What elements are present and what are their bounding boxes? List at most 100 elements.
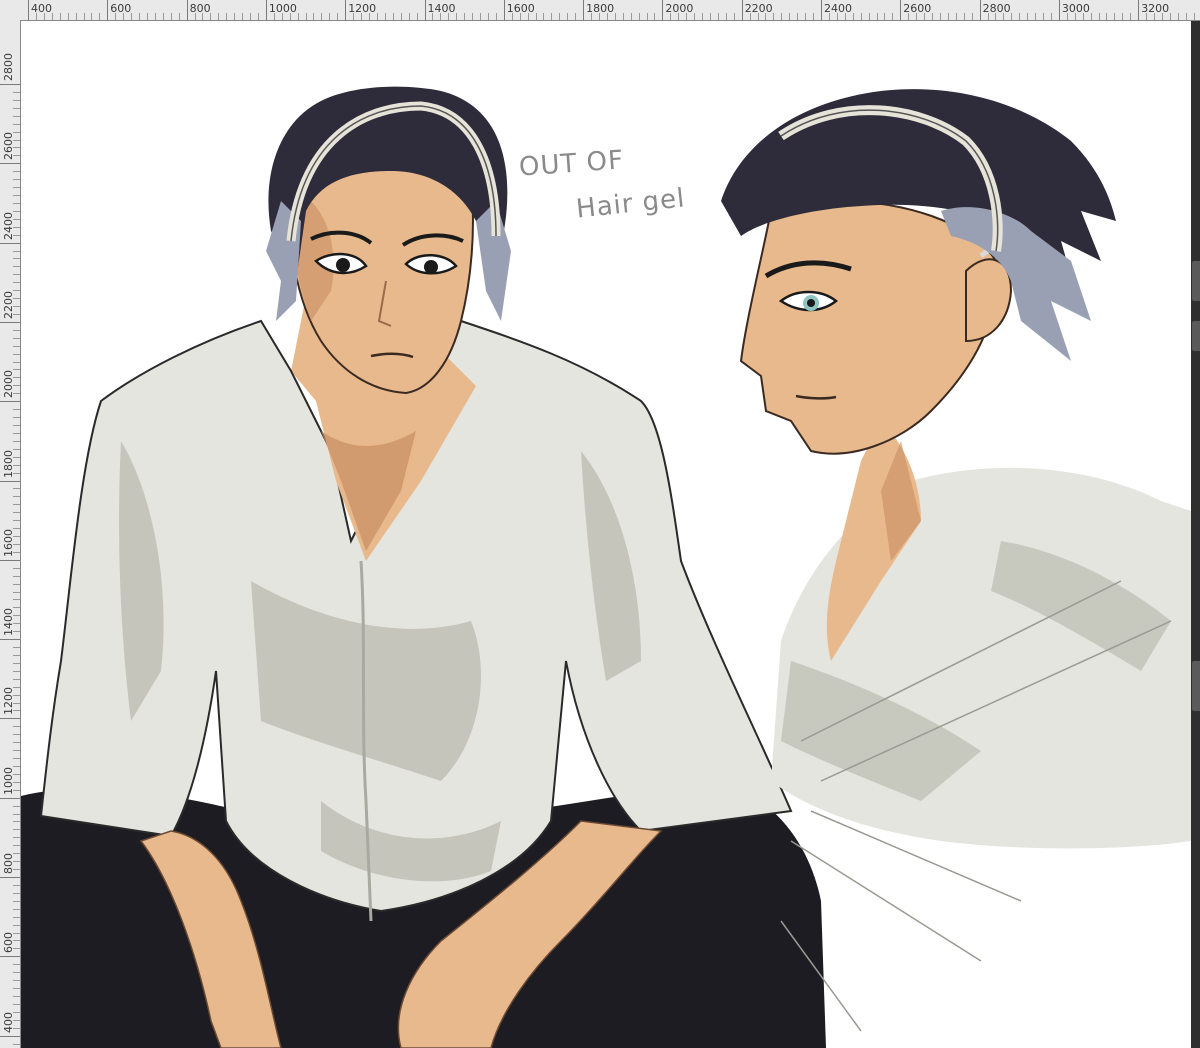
ruler-minor-tick (13, 845, 20, 847)
ruler-minor-tick (472, 13, 474, 20)
ruler-minor-tick (154, 13, 156, 20)
ruler-minor-tick (551, 13, 553, 20)
ruler-minor-tick (13, 488, 20, 490)
ruler-minor-tick (860, 13, 862, 20)
ruler-major-tick (503, 0, 505, 20)
ruler-minor-tick (13, 900, 20, 902)
ruler-minor-tick (43, 13, 45, 20)
ruler-minor-tick (630, 13, 632, 20)
ruler-minor-tick (13, 107, 20, 109)
ruler-minor-tick (13, 742, 20, 744)
ruler-minor-tick (733, 13, 735, 20)
ruler-minor-tick (13, 512, 20, 514)
panel-toggle-icon[interactable] (1192, 661, 1200, 711)
ruler-minor-tick (884, 13, 886, 20)
ruler-minor-tick (868, 13, 870, 20)
ruler-tick-label: 2400 (2, 211, 15, 240)
vertical-ruler[interactable]: 2800 2600 2400 2200 2000 1800 1600 1400 1200 1000… (0, 20, 21, 1048)
horizontal-ruler[interactable]: 400 600 800 1000 1200 1400 1600 1800 2000 2200 240… (0, 0, 1200, 21)
ruler-minor-tick (13, 995, 20, 997)
ruler-major-tick (662, 0, 664, 20)
ruler-minor-tick (1114, 13, 1116, 20)
panel-toggle-icon[interactable] (1192, 321, 1200, 351)
ruler-minor-tick (13, 504, 20, 506)
ruler-minor-tick (924, 13, 926, 20)
ruler-minor-tick (519, 13, 521, 20)
ruler-minor-tick (13, 329, 20, 331)
ruler-minor-tick (813, 13, 815, 20)
ruler-minor-tick (13, 821, 20, 823)
ruler-minor-tick (13, 353, 20, 355)
ruler-minor-tick (67, 13, 69, 20)
ruler-minor-tick (13, 266, 20, 268)
ruler-minor-tick (13, 496, 20, 498)
ruler-minor-tick (361, 13, 363, 20)
ruler-minor-tick (702, 13, 704, 20)
ruler-minor-tick (131, 13, 133, 20)
ruler-minor-tick (13, 179, 20, 181)
ruler-minor-tick (1003, 13, 1005, 20)
ruler-minor-tick (646, 13, 648, 20)
ruler-minor-tick (13, 892, 20, 894)
ruler-minor-tick (686, 13, 688, 20)
panel-toggle-icon[interactable] (1192, 261, 1200, 301)
ruler-minor-tick (13, 409, 20, 411)
ruler-minor-tick (13, 591, 20, 593)
left-figure (21, 86, 826, 1048)
ruler-minor-tick (614, 13, 616, 20)
ruler-tick-label: 600 (2, 932, 15, 954)
ruler-tick-label: 1800 (2, 449, 15, 478)
ruler-minor-tick (1050, 13, 1052, 20)
ruler-minor-tick (13, 274, 20, 276)
ruler-minor-tick (51, 13, 53, 20)
ruler-minor-tick (329, 13, 331, 20)
ruler-tick-label: 1200 (2, 687, 15, 716)
ruler-minor-tick (598, 13, 600, 20)
ruler-minor-tick (139, 13, 141, 20)
ruler-minor-tick (13, 726, 20, 728)
ruler-minor-tick (13, 361, 20, 363)
ruler-minor-tick (170, 13, 172, 20)
ruler-minor-tick (368, 13, 370, 20)
ruler-minor-tick (567, 13, 569, 20)
ruler-minor-tick (210, 13, 212, 20)
ruler-minor-tick (91, 13, 93, 20)
ruler-tick-label: 400 (2, 1011, 15, 1033)
ruler-minor-tick (13, 750, 20, 752)
ruler-major-tick (28, 0, 29, 20)
ruler-minor-tick (487, 13, 489, 20)
ruler-minor-tick (1035, 13, 1037, 20)
ruler-minor-tick (591, 13, 593, 20)
ruler-minor-tick (1146, 13, 1148, 20)
drawing-canvas[interactable]: OUT OF Hair gel (21, 21, 1191, 1048)
ruler-minor-tick (13, 647, 20, 649)
right-figure-face (739, 199, 998, 455)
ruler-minor-tick (13, 115, 20, 117)
ruler-minor-tick (281, 13, 283, 20)
ruler-minor-tick (1027, 13, 1029, 20)
ruler-minor-tick (622, 13, 624, 20)
ruler-major-tick (0, 84, 20, 85)
ruler-minor-tick (305, 13, 307, 20)
ruler-minor-tick (59, 13, 61, 20)
ruler-major-tick (1138, 0, 1140, 20)
ruler-minor-tick (638, 13, 640, 20)
ruler-minor-tick (709, 13, 711, 20)
ruler-minor-tick (392, 13, 394, 20)
ruler-minor-tick (13, 670, 20, 672)
ruler-minor-tick (1106, 13, 1108, 20)
ruler-minor-tick (13, 1043, 20, 1045)
ruler-minor-tick (289, 13, 291, 20)
ruler-minor-tick (1082, 13, 1084, 20)
ruler-minor-tick (1090, 13, 1092, 20)
ruler-minor-tick (456, 13, 458, 20)
right-side-panel (1191, 21, 1200, 1048)
ruler-minor-tick (527, 13, 529, 20)
ruler-minor-tick (892, 13, 894, 20)
ruler-minor-tick (13, 1003, 20, 1005)
ruler-minor-tick (13, 908, 20, 910)
ruler-minor-tick (440, 13, 442, 20)
ruler-minor-tick (99, 13, 101, 20)
ruler-minor-tick (876, 13, 878, 20)
ruler-minor-tick (35, 13, 37, 20)
